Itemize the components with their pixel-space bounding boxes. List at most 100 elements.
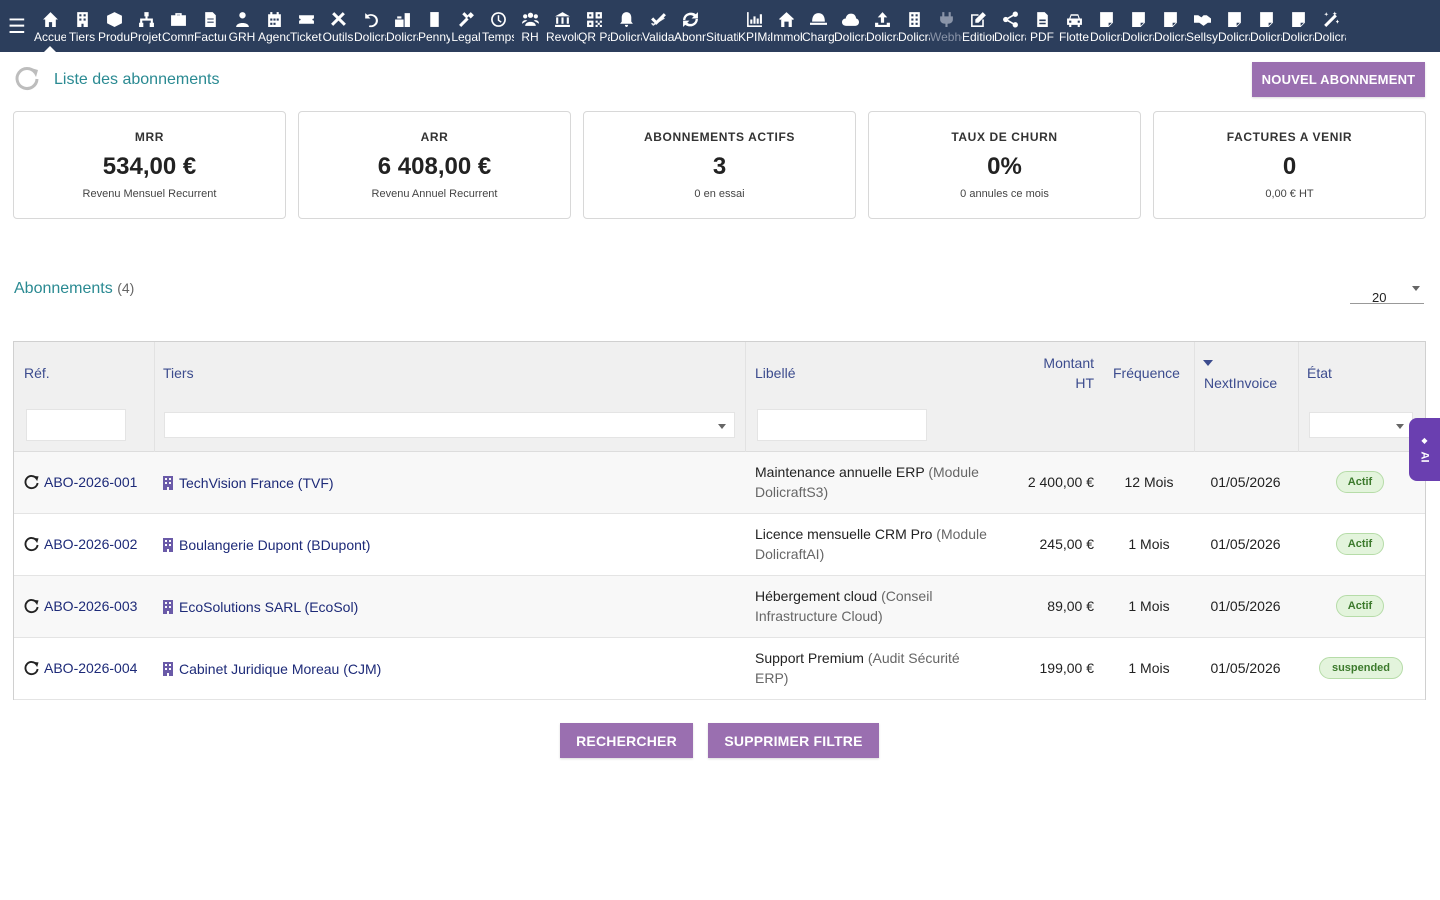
- list-count: (4): [117, 280, 135, 296]
- module-commercial-4[interactable]: Commercial: [162, 10, 194, 50]
- kpi-cards: MRR 534,00 € Revenu Mensuel Recurrent AR…: [13, 111, 1426, 219]
- column-header-etat[interactable]: État: [1307, 363, 1332, 383]
- third-party-name: Boulangerie Dupont (BDupont): [179, 537, 371, 553]
- next-invoice-date: 01/05/2026: [1210, 660, 1281, 676]
- column-header-frequence[interactable]: Fréquence: [1113, 363, 1180, 383]
- column-header-next-invoice[interactable]: NextInvoice: [1204, 373, 1277, 393]
- ref-text: ABO-2026-004: [44, 660, 138, 676]
- subscription-ref-link[interactable]: ABO-2026-001: [24, 472, 137, 492]
- module-legal-13[interactable]: Legal: [450, 10, 482, 50]
- third-party-link[interactable]: Cabinet Juridique Moreau (CJM): [163, 659, 381, 679]
- module-webhook-28[interactable]: Webhook: [930, 10, 962, 50]
- status-badge: Actif: [1336, 595, 1384, 617]
- page-size-select[interactable]: 20: [1350, 284, 1424, 305]
- module-flotte-32[interactable]: Flotte: [1058, 10, 1090, 50]
- table-row: ABO-2026-001 TechVision France (TVF) Maint…: [14, 452, 1425, 514]
- third-party-link[interactable]: Boulangerie Dupont (BDupont): [163, 535, 370, 555]
- subscription-label: Maintenance annuelle ERP (Module Dolicraf…: [755, 462, 1010, 502]
- frequency: 1 Mois: [1128, 536, 1170, 552]
- module-dolicraft-38[interactable]: Dolicraft: [1250, 10, 1282, 50]
- new-subscription-button[interactable]: NOUVEL ABONNEMENT: [1252, 62, 1425, 97]
- module-label: Commercial: [162, 30, 194, 44]
- module-edition-29[interactable]: Edition: [962, 10, 994, 50]
- third-party-link[interactable]: EcoSolutions SARL (EcoSol): [163, 597, 358, 617]
- module-kpimanager-22[interactable]: KPIManager: [738, 10, 770, 50]
- module-sellsy-36[interactable]: Sellsy: [1186, 10, 1218, 50]
- refresh-icon: [24, 598, 44, 614]
- module-label: Sellsy: [1186, 30, 1218, 44]
- module-pdf-31[interactable]: PDF: [1026, 10, 1058, 50]
- module-temps-14[interactable]: Temps: [482, 10, 514, 50]
- page-title: Liste des abonnements: [54, 71, 220, 88]
- module-pennylane-12[interactable]: Pennylane: [418, 10, 450, 50]
- module-charges-24[interactable]: Charges: [802, 10, 834, 50]
- hamburger-menu-icon[interactable]: ☰: [0, 0, 34, 52]
- module-dolicraft-34[interactable]: Dolicraft: [1122, 10, 1154, 50]
- ai-assistant-tab[interactable]: ◆ AI: [1409, 418, 1440, 481]
- module-outils-9[interactable]: Outils: [322, 10, 354, 50]
- module-qr-pay-17[interactable]: QR Pay: [578, 10, 610, 50]
- share-icon: [1002, 10, 1019, 28]
- module-rh-15[interactable]: RH: [514, 10, 546, 50]
- next-invoice-date: 01/05/2026: [1210, 474, 1281, 490]
- module-label: Dolicraft: [1090, 30, 1122, 44]
- building-icon: [163, 476, 173, 490]
- note-icon: [1162, 10, 1179, 28]
- module-tickets-8[interactable]: Tickets: [290, 10, 322, 50]
- module-agenda-7[interactable]: Agenda: [258, 10, 290, 50]
- module-dolicraft-11[interactable]: Dolicraft: [386, 10, 418, 50]
- filter-ref-input[interactable]: [26, 409, 126, 441]
- module-label: Temps: [482, 30, 514, 44]
- clear-filter-button[interactable]: SUPPRIMER FILTRE: [708, 723, 879, 758]
- module-validation-19[interactable]: Validation: [642, 10, 674, 50]
- column-header-montant[interactable]: Montant HT: [1014, 353, 1094, 393]
- search-button[interactable]: RECHERCHER: [560, 723, 693, 758]
- module-facturation-5[interactable]: Facturation: [194, 10, 226, 50]
- cloud-icon: [841, 10, 859, 28]
- module-dolicraft-25[interactable]: Dolicraft: [834, 10, 866, 50]
- third-party-link[interactable]: TechVision France (TVF): [163, 473, 334, 493]
- subscription-ref-link[interactable]: ABO-2026-002: [24, 534, 137, 554]
- filter-libelle-input[interactable]: [757, 409, 927, 441]
- third-party-name: TechVision France (TVF): [179, 475, 334, 491]
- column-header-tiers[interactable]: Tiers: [163, 363, 194, 383]
- module-dolicraft-40[interactable]: Dolicraft: [1314, 10, 1346, 50]
- module-dolicraft-39[interactable]: Dolicraft: [1282, 10, 1314, 50]
- filter-tiers-select[interactable]: [164, 412, 735, 438]
- column-header-ref[interactable]: Réf.: [24, 363, 50, 383]
- column-header-libelle[interactable]: Libellé: [755, 363, 795, 383]
- filter-etat-select[interactable]: [1309, 412, 1413, 438]
- car-icon: [1066, 10, 1083, 28]
- module-situation-21[interactable]: Situation: [706, 10, 738, 50]
- kpi-card-arr: ARR 6 408,00 € Revenu Annuel Recurrent: [298, 111, 571, 219]
- module-label: Dolicraft: [1282, 30, 1314, 44]
- kpi-card-upcoming-invoices: FACTURES A VENIR 0 0,00 € HT: [1153, 111, 1426, 219]
- module-grh-6[interactable]: GRH: [226, 10, 258, 50]
- module-dolicraft-18[interactable]: Dolicraft: [610, 10, 642, 50]
- module-tiers-1[interactable]: Tiers: [66, 10, 98, 50]
- module-dolicraft-33[interactable]: Dolicraft: [1090, 10, 1122, 50]
- building-icon: [163, 662, 173, 676]
- label-main: Support Premium: [755, 650, 864, 666]
- module-immobilier-23[interactable]: Immobilier: [770, 10, 802, 50]
- module-label: Dolicraft: [994, 30, 1026, 44]
- subscription-ref-link[interactable]: ABO-2026-004: [24, 658, 137, 678]
- subscriptions-table: Réf. Tiers Libellé Montant HT Fréquence …: [13, 341, 1426, 700]
- undo-icon: [362, 10, 379, 28]
- module-dolicraft-37[interactable]: Dolicraft: [1218, 10, 1250, 50]
- subscription-ref-link[interactable]: ABO-2026-003: [24, 596, 137, 616]
- module-projets-3[interactable]: Projets: [130, 10, 162, 50]
- module-dolicraft-30[interactable]: Dolicraft: [994, 10, 1026, 50]
- module-dolicraft-10[interactable]: Dolicraft: [354, 10, 386, 50]
- status-badge: suspended: [1319, 657, 1403, 679]
- module-revolut-16[interactable]: Revolut: [546, 10, 578, 50]
- module-produits-2[interactable]: Produits: [98, 10, 130, 50]
- module-dolicraft-35[interactable]: Dolicraft: [1154, 10, 1186, 50]
- note-icon: [1290, 10, 1307, 28]
- module-accueil-0[interactable]: Accueil: [34, 10, 66, 52]
- module-dolicraft-26[interactable]: Dolicraft: [866, 10, 898, 50]
- module-dolicraft-27[interactable]: Dolicraft: [898, 10, 930, 50]
- kpi-card-churn-rate: TAUX DE CHURN 0% 0 annules ce mois: [868, 111, 1141, 219]
- column-header-montant-line2: HT: [1075, 375, 1094, 391]
- module-abonnements-20[interactable]: Abonnements: [674, 10, 706, 50]
